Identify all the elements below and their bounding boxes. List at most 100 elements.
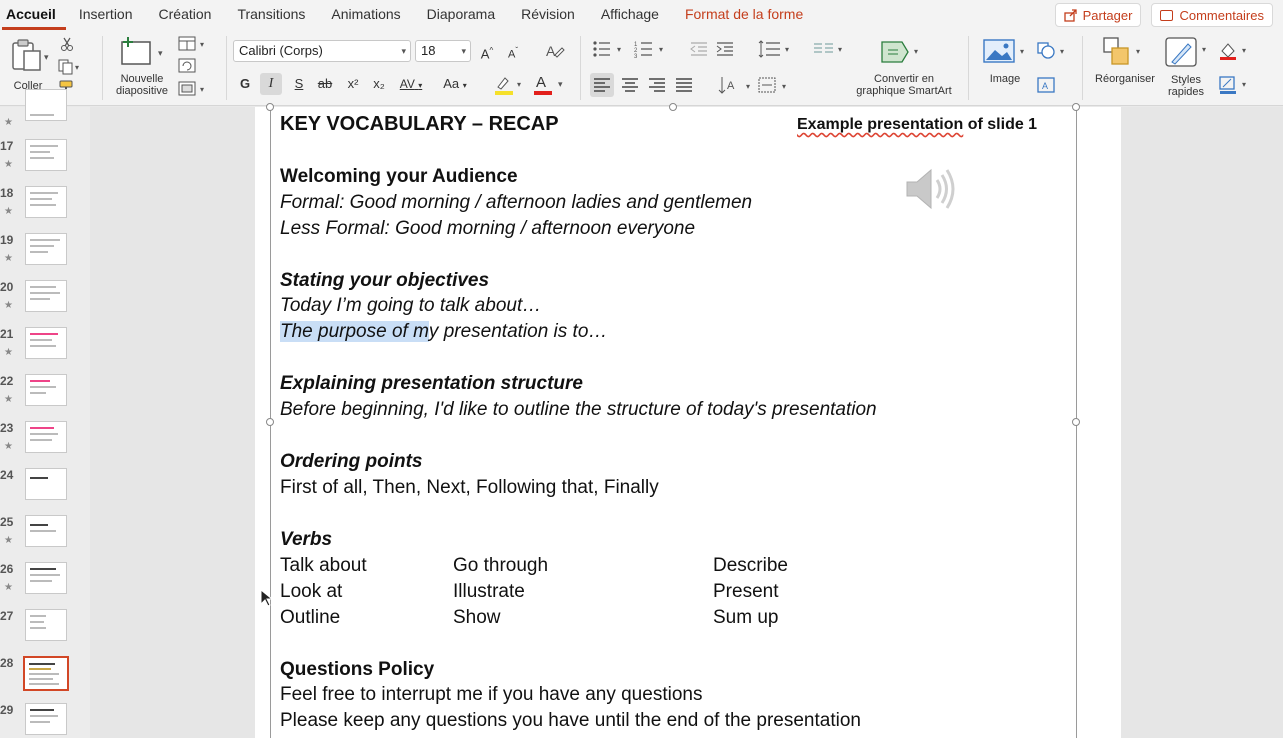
smartart-icon: ▾ (881, 41, 918, 63)
tab-revision[interactable]: Révision (508, 0, 588, 30)
shrink-font-button[interactable]: Aˇ (502, 40, 524, 62)
welcome-heading: Welcoming your Audience (280, 166, 518, 187)
audio-speaker-icon[interactable] (903, 164, 963, 214)
bullets-icon[interactable]: ▾ (592, 40, 628, 58)
line-spacing-icon[interactable]: ▾ (758, 40, 794, 58)
svg-text:▾: ▾ (659, 45, 663, 54)
align-text-icon[interactable]: ▾ (757, 75, 793, 95)
char-spacing-button[interactable]: AV ▾ (396, 73, 426, 95)
tab-diaporama[interactable]: Diaporama (414, 0, 508, 30)
convert-smartart-button[interactable]: ▾ Convertir en graphique SmartArt (846, 36, 962, 102)
align-center-icon[interactable] (620, 75, 640, 95)
share-button[interactable]: Partager (1054, 3, 1142, 27)
text-direction-icon[interactable]: A ▾ (718, 75, 756, 95)
shapes-icon[interactable]: ▾ (1036, 41, 1072, 61)
strikethrough-button[interactable]: ab (314, 73, 336, 95)
quick-styles-button[interactable]: ▾ Styles rapides (1162, 36, 1214, 102)
tab-affichage[interactable]: Affichage (588, 0, 672, 30)
highlight-icon[interactable]: ▾ (492, 75, 528, 97)
align-left-icon[interactable] (590, 73, 614, 97)
resize-handle[interactable] (669, 103, 677, 111)
resize-handle[interactable] (266, 418, 274, 426)
share-icon (1063, 8, 1077, 22)
slide-thumbnail[interactable]: 27 (0, 609, 90, 655)
new-slide-button[interactable]: ▾ Nouvelle diapositive (110, 36, 176, 100)
tab-format-forme[interactable]: Format de la forme (672, 0, 816, 30)
slide-number: 28 (0, 656, 14, 670)
animation-star-icon: ★ (4, 117, 13, 128)
shape-outline-icon[interactable]: ▾ (1218, 75, 1254, 95)
italic-button[interactable]: I (260, 73, 282, 95)
columns-icon[interactable]: ▾ (812, 40, 848, 58)
selected-text[interactable]: The purpose of m (280, 321, 429, 342)
decrease-indent-icon[interactable] (690, 41, 708, 57)
questions-line-2: Please keep any questions you have until… (280, 710, 861, 731)
image-label: Image (989, 73, 1021, 85)
font-size-select[interactable]: 18 ▾ (415, 40, 471, 62)
slide-thumbnail[interactable]: 22 ★ (0, 374, 90, 420)
slide-thumbnail[interactable]: 19 ★ (0, 233, 90, 279)
new-slide-caret[interactable]: ▾ (158, 48, 163, 59)
paste-caret[interactable]: ▾ (44, 52, 49, 63)
font-color-caret[interactable]: ▾ (558, 79, 563, 90)
slide-thumbnails-pane[interactable]: ★ 17 ★ 18 ★ 19 ★ 20 ★ 21 ★ 22 ★ 23 ★ 24 (0, 89, 90, 738)
verb-cell: Present (713, 581, 779, 602)
tab-transitions[interactable]: Transitions (224, 0, 318, 30)
numbering-icon[interactable]: 123▾ (634, 40, 670, 58)
slide-thumbnail[interactable]: 21 ★ (0, 327, 90, 373)
text-box-icon[interactable]: A (1036, 75, 1056, 95)
svg-text:▾: ▾ (1060, 47, 1064, 56)
slide-thumbnail[interactable]: ★ (0, 89, 90, 135)
verb-cell: Show (453, 607, 501, 628)
tab-accueil[interactable]: Accueil (2, 0, 66, 30)
slide-thumbnail[interactable]: 17 ★ (0, 139, 90, 185)
slide-thumbnail[interactable]: 25 ★ (0, 515, 90, 561)
resize-handle[interactable] (266, 103, 274, 111)
slide-thumbnail[interactable]: 29 (0, 703, 90, 738)
change-case-button[interactable]: Aa ▾ (438, 73, 472, 95)
font-name-select[interactable]: Calibri (Corps) ▾ (233, 40, 411, 62)
slide-thumbnail-image (25, 327, 67, 359)
change-case-icon: Aa (443, 76, 460, 91)
resize-handle[interactable] (1072, 103, 1080, 111)
underline-button[interactable]: S (288, 73, 310, 95)
grow-font-button[interactable]: A^ (476, 40, 498, 62)
superscript-button[interactable]: x² (342, 73, 364, 95)
slide-thumbnail[interactable]: 20 ★ (0, 280, 90, 326)
increase-indent-icon[interactable] (716, 41, 734, 57)
welcome-less-formal: Less Formal: Good morning / afternoon ev… (280, 218, 696, 239)
ribbon-separator (968, 36, 969, 100)
comments-button[interactable]: Commentaires (1151, 3, 1273, 27)
arrange-button[interactable]: ▾ Réorganiser (1090, 36, 1160, 96)
arrange-icon: ▾ (1103, 37, 1140, 65)
slide-thumbnail[interactable]: 18 ★ (0, 186, 90, 232)
clear-format-icon[interactable]: A (545, 42, 565, 60)
justify-icon[interactable] (674, 75, 694, 95)
slide-thumbnail-selected[interactable]: 28 (0, 656, 90, 702)
bold-button[interactable]: G (234, 73, 256, 95)
shape-fill-icon[interactable]: ▾ (1218, 41, 1254, 61)
slide-thumbnail[interactable]: 26 ★ (0, 562, 90, 608)
cut-icon[interactable] (60, 37, 74, 51)
tab-insertion[interactable]: Insertion (66, 0, 146, 30)
quick-styles-icon: ▾ (1165, 37, 1206, 67)
resize-handle[interactable] (1072, 418, 1080, 426)
tab-animations[interactable]: Animations (318, 0, 413, 30)
underline-icon: S (294, 76, 304, 91)
align-right-icon[interactable] (647, 75, 667, 95)
slide-thumbnail-image (25, 703, 67, 735)
reset-slide-icon[interactable] (178, 58, 196, 74)
font-color-button[interactable]: A ▾ (534, 74, 568, 96)
image-button[interactable]: ▾ Image (978, 36, 1032, 96)
section-icon[interactable]: ▾ (178, 81, 210, 97)
svg-text:▾: ▾ (914, 47, 918, 56)
copy-icon[interactable]: ▾ (58, 59, 80, 75)
subscript-button[interactable]: x₂ (368, 73, 390, 95)
layout-icon[interactable]: ▾ (178, 36, 210, 52)
tab-creation[interactable]: Création (146, 0, 225, 30)
slide-thumbnail[interactable]: 23 ★ (0, 421, 90, 467)
bold-icon: G (239, 76, 251, 91)
slide-number: 23 (0, 421, 14, 435)
slide-thumbnail[interactable]: 24 (0, 468, 90, 514)
animation-star-icon: ★ (4, 253, 13, 264)
